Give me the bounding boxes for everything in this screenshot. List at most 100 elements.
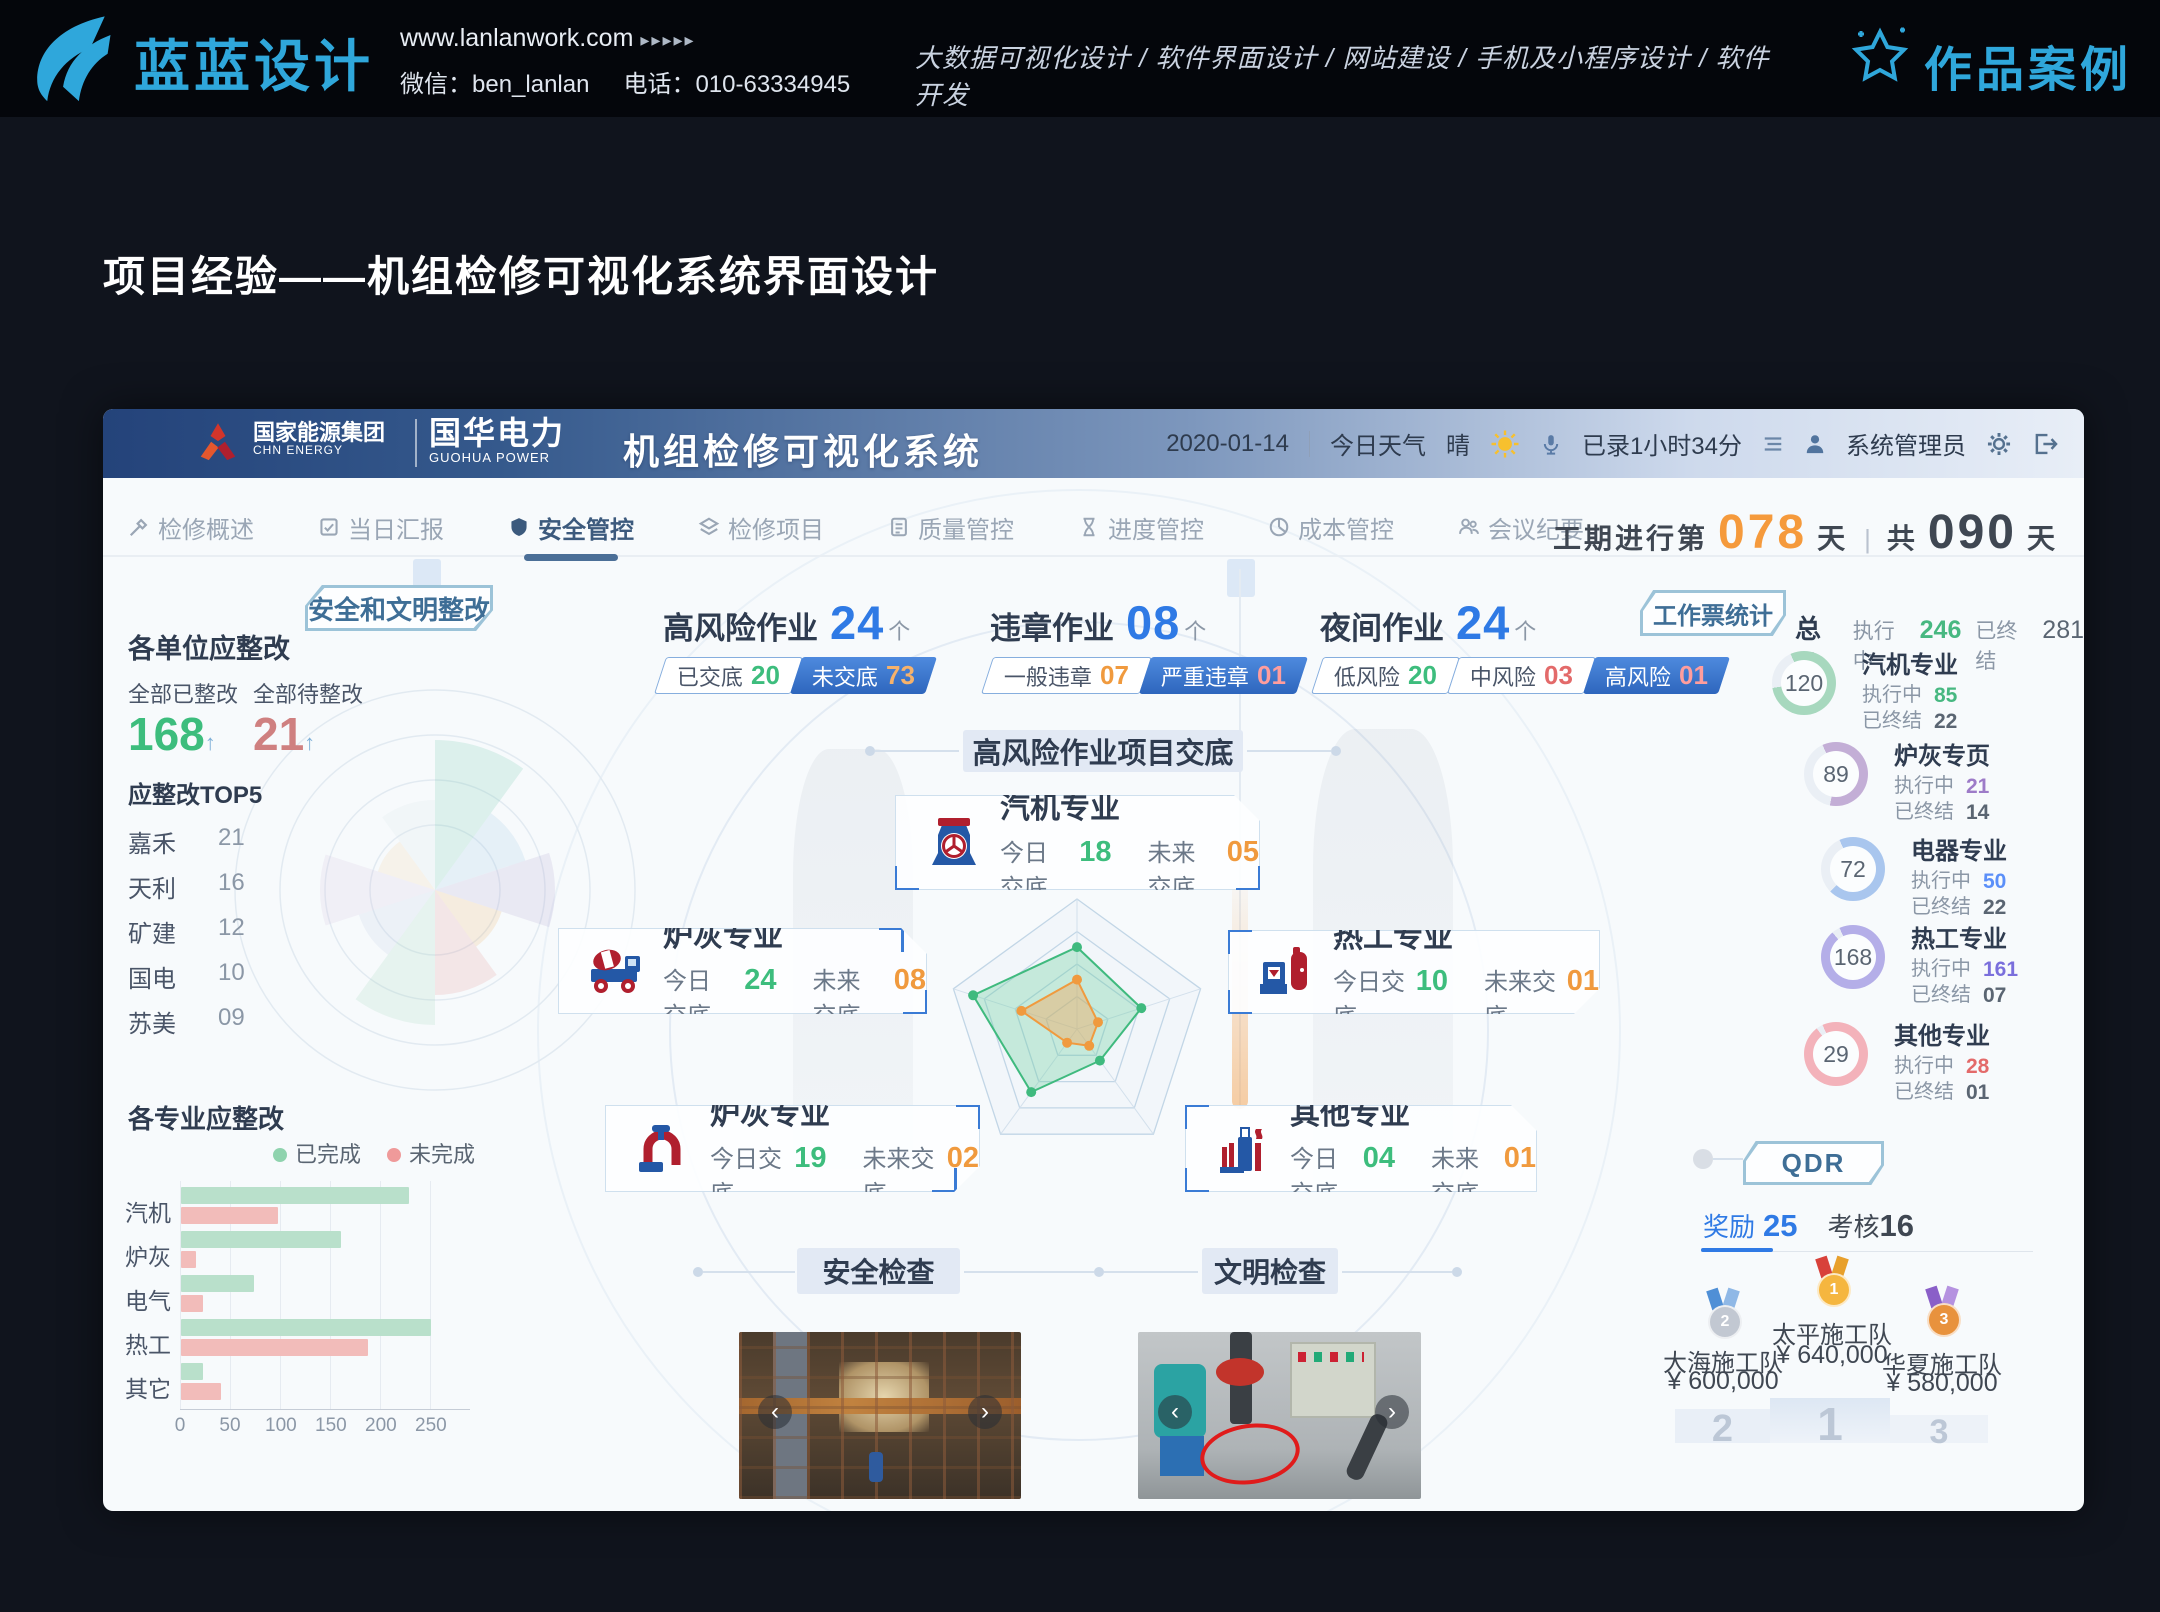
tab-quality-control[interactable]: 质量管控 [888, 510, 1014, 545]
donut-electrical: 72 [1821, 837, 1885, 901]
bar-done [181, 1319, 431, 1336]
turbine-icon [922, 811, 986, 875]
bar-done [181, 1363, 203, 1380]
carousel-prev-button[interactable]: ‹ [1158, 1395, 1192, 1429]
photo-indicator-lights [1298, 1352, 1364, 1362]
record-duration: 已录1小时34分 [1582, 426, 1742, 461]
card-turbine: 汽机专业 今日交底18 未来交底05 [895, 795, 1260, 890]
donut-thermal: 168 [1821, 925, 1885, 989]
layers-icon [698, 516, 720, 538]
system-title: 机组检修可视化系统 [623, 423, 983, 475]
connector-dot [865, 746, 875, 756]
tab-progress-control[interactable]: 进度管控 [1078, 510, 1204, 545]
stat-high-risk: 高风险作业24个 [663, 595, 910, 650]
portfolio-button[interactable]: 作品案例 [1924, 30, 2132, 100]
donut-label: 其他专业 执行中28 已终结01 [1894, 1022, 2084, 1107]
tab-overview[interactable]: 检修概述 [128, 510, 254, 545]
user-icon [1804, 433, 1826, 455]
corner-bracket [903, 990, 928, 1015]
tab-reward[interactable]: 奖励25 [1703, 1207, 1798, 1244]
donut-label: 汽机专业 执行中85 已终结22 [1862, 651, 2062, 736]
stat-violation: 违章作业08个 [990, 595, 1206, 650]
units-rectify-title: 各单位应整改 [128, 627, 290, 666]
podium-step-2: 2 [1675, 1409, 1770, 1443]
bronze-medal-icon: 3 [1920, 1287, 1964, 1343]
factory-icon [1212, 1117, 1276, 1181]
connector-dot [1331, 746, 1341, 756]
carousel-next-button[interactable]: › [968, 1395, 1002, 1429]
nav-tabs: 检修概述 当日汇报 安全管控 检修项目 质量管控 进度管控 成本管控 会议纪要 [128, 501, 1584, 553]
section-badge-worktickets: 工作票统计 [1640, 590, 1786, 636]
username[interactable]: 系统管理员 [1846, 426, 1966, 461]
podium-step-1: 1 [1770, 1398, 1890, 1443]
carousel-prev-button[interactable]: ‹ [758, 1395, 792, 1429]
corner-bracket [894, 866, 919, 891]
divider [415, 419, 417, 467]
sun-icon [1490, 429, 1520, 459]
donut-label: 电器专业 执行中50 已终结22 [1911, 837, 2084, 922]
bar-category-label: 炉灰 [125, 1238, 175, 1272]
connector-line [1342, 1271, 1452, 1273]
brand-chn-energy: 国家能源集团 CHN ENERGY [253, 421, 385, 457]
connector-line [1247, 750, 1331, 752]
donut-label: 炉灰专页 执行中21 已终结14 [1894, 742, 2084, 827]
corner-bracket [932, 1168, 957, 1193]
tab-assessment[interactable]: 考核16 [1828, 1207, 1915, 1244]
dashboard-header: 国家能源集团 CHN ENERGY 国华电力 GUOHUA POWER 机组检修… [103, 409, 2084, 478]
corner-bracket [1227, 929, 1252, 954]
briefing-banner: 高风险作业项目交底 [963, 730, 1243, 772]
days-elapsed: 078 [1718, 505, 1807, 560]
connector-line [964, 1271, 1094, 1273]
silver-medal-icon: 2 [1701, 1289, 1745, 1345]
services-list: 大数据可视化设计 / 软件界面设计 / 网站建设 / 手机及小程序设计 / 软件… [915, 38, 1795, 112]
tab-cost-control[interactable]: 成本管控 [1268, 510, 1394, 545]
tab-maintenance-items[interactable]: 检修项目 [698, 510, 824, 545]
done-value: 168↑ [128, 707, 216, 761]
todo-label: 全部待整改 [253, 677, 363, 709]
tools-icon [128, 516, 150, 538]
website-link[interactable]: www.lanlanwork.com ▸▸▸▸▸ [400, 24, 696, 53]
bar-done [181, 1275, 254, 1292]
card-ash-truck: 炉灰专业 今日交底24 未来交底08 [558, 928, 927, 1014]
donut-label: 热工专业 执行中161 已终结07 [1911, 925, 2084, 1010]
report-icon [318, 516, 340, 538]
legend-dot-undone [387, 1148, 401, 1162]
carousel-next-button[interactable]: › [1375, 1395, 1409, 1429]
top-bar: 蓝蓝设计 www.lanlanwork.com ▸▸▸▸▸ 微信：ben_lan… [0, 0, 2160, 117]
boiler-icon [1255, 940, 1319, 1004]
connector-line [875, 750, 959, 752]
mixer-truck-icon [585, 939, 649, 1003]
podium-step-3: 3 [1890, 1415, 1988, 1443]
chn-energy-logo [195, 421, 241, 467]
todo-value: 21↑ [253, 707, 315, 761]
tab-safety-control[interactable]: 安全管控 [508, 510, 634, 545]
top5-title: 应整改TOP5 [128, 775, 262, 810]
specialty-rectify-title: 各专业应整改 [128, 1099, 284, 1136]
logout-icon[interactable] [2032, 431, 2058, 457]
weather-label: 今日天气 [1330, 426, 1426, 461]
lanlan-logo-text: 蓝蓝设计 [134, 22, 374, 103]
gear-icon[interactable] [1986, 431, 2012, 457]
civility-inspection-banner: 文明检查 [1202, 1248, 1338, 1294]
done-label: 全部已整改 [128, 677, 238, 709]
phone-label: 电话：010-63334945 [623, 64, 850, 99]
donut-ash: 89 [1804, 742, 1868, 806]
connector-line [703, 1271, 795, 1273]
project-duration: 工期进行第 078 天 | 共 090 天 [1553, 505, 2058, 560]
safety-inspection-banner: 安全检查 [797, 1248, 960, 1294]
donut-other: 29 [1804, 1022, 1868, 1086]
connector-line [1104, 1271, 1198, 1273]
team-amount: ¥ 580,000 [1857, 1369, 2027, 1398]
stat-violation-badges: 一般违章07 严重违章01 [988, 657, 1302, 694]
star-icon [1848, 26, 1912, 90]
up-arrow-icon: ↑ [205, 730, 216, 755]
tab-daily-report[interactable]: 当日汇报 [318, 510, 444, 545]
active-tab-underline [1701, 1248, 1773, 1252]
section-badge-qdr: QDR [1743, 1141, 1884, 1185]
connector-dot [1094, 1267, 1104, 1277]
stat-night-work-badges: 低风险20 中风险03 高风险01 [1318, 657, 1724, 694]
arrows-icon: ▸▸▸▸▸ [640, 30, 695, 50]
bar-category-label: 汽机 [125, 1194, 175, 1228]
team-amount: ¥ 600,000 [1638, 1367, 1808, 1396]
top5-row: 苏美09 [128, 1004, 338, 1039]
